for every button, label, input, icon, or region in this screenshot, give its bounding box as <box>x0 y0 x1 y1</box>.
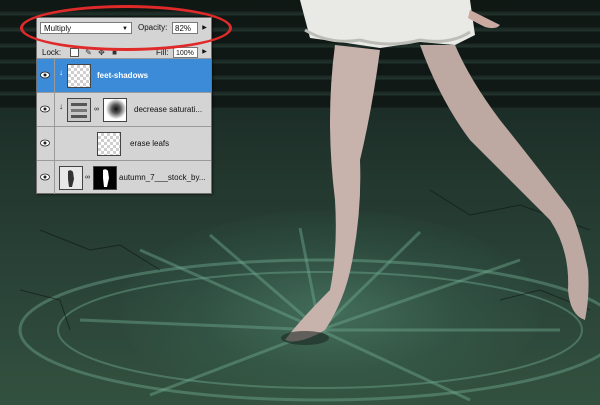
eye-icon <box>40 173 50 181</box>
mask-figure-icon <box>103 169 109 187</box>
visibility-toggle[interactable] <box>37 127 55 160</box>
layer-name[interactable]: feet-shadows <box>97 71 148 80</box>
visibility-toggle[interactable] <box>37 59 55 92</box>
eye-icon <box>40 139 50 147</box>
eye-icon <box>40 105 50 113</box>
link-icon: ∞ <box>85 174 90 181</box>
layer-row-feet-shadows[interactable]: ↓ feet-shadows <box>37 58 211 92</box>
blend-opacity-row: Multiply ▼ Opacity: 82% ▶ <box>40 22 208 36</box>
clip-arrow-icon: ↓ <box>59 68 63 77</box>
fill-field[interactable]: 100% <box>173 47 198 58</box>
brush-icon[interactable]: ✎ <box>84 48 93 57</box>
layer-thumbnail[interactable] <box>59 166 83 190</box>
layer-thumbnail[interactable] <box>97 132 121 156</box>
layer-row-decrease-saturation[interactable]: ↓ ∞ decrease saturati... <box>37 92 211 126</box>
flyout-arrow-icon[interactable]: ▶ <box>200 22 209 34</box>
layer-mask-thumbnail[interactable] <box>103 98 127 122</box>
blend-mode-value: Multiply <box>44 24 72 33</box>
flyout-arrow-icon[interactable]: ▶ <box>200 47 209 58</box>
layer-row-autumn-stock[interactable]: ∞ autumn_7___stock_by... <box>37 160 211 194</box>
fill-label: Fill: <box>156 48 169 57</box>
layer-name[interactable]: decrease saturati... <box>134 105 202 114</box>
blend-mode-dropdown[interactable]: Multiply ▼ <box>40 22 132 34</box>
opacity-label: Opacity: <box>138 23 168 32</box>
layer-mask-thumbnail[interactable] <box>93 166 117 190</box>
layers-panel: Multiply ▼ Opacity: 82% ▶ Lock: ✎ ✥ ■ Fi… <box>36 17 212 194</box>
layer-name[interactable]: erase leafs <box>130 139 169 148</box>
chevron-down-icon: ▼ <box>122 26 128 32</box>
layer-name[interactable]: autumn_7___stock_by... <box>119 173 206 182</box>
adjustment-thumbnail[interactable] <box>67 98 91 122</box>
opacity-field[interactable]: 82% <box>172 22 198 34</box>
visibility-toggle[interactable] <box>37 161 55 194</box>
lock-icon[interactable]: ■ <box>110 48 119 57</box>
move-icon[interactable]: ✥ <box>97 48 106 57</box>
lock-transparency-icon[interactable] <box>70 48 79 57</box>
layer-thumbnail[interactable] <box>67 64 91 88</box>
visibility-toggle[interactable] <box>37 93 55 126</box>
eye-icon <box>40 71 50 79</box>
lock-label: Lock: <box>42 48 62 57</box>
adjustment-icon <box>71 103 87 118</box>
figure-thumbnail-icon <box>60 167 82 189</box>
clip-arrow-icon: ↓ <box>59 102 63 111</box>
layer-row-erase-leafs[interactable]: erase leafs <box>37 126 211 160</box>
link-icon: ∞ <box>94 106 99 113</box>
